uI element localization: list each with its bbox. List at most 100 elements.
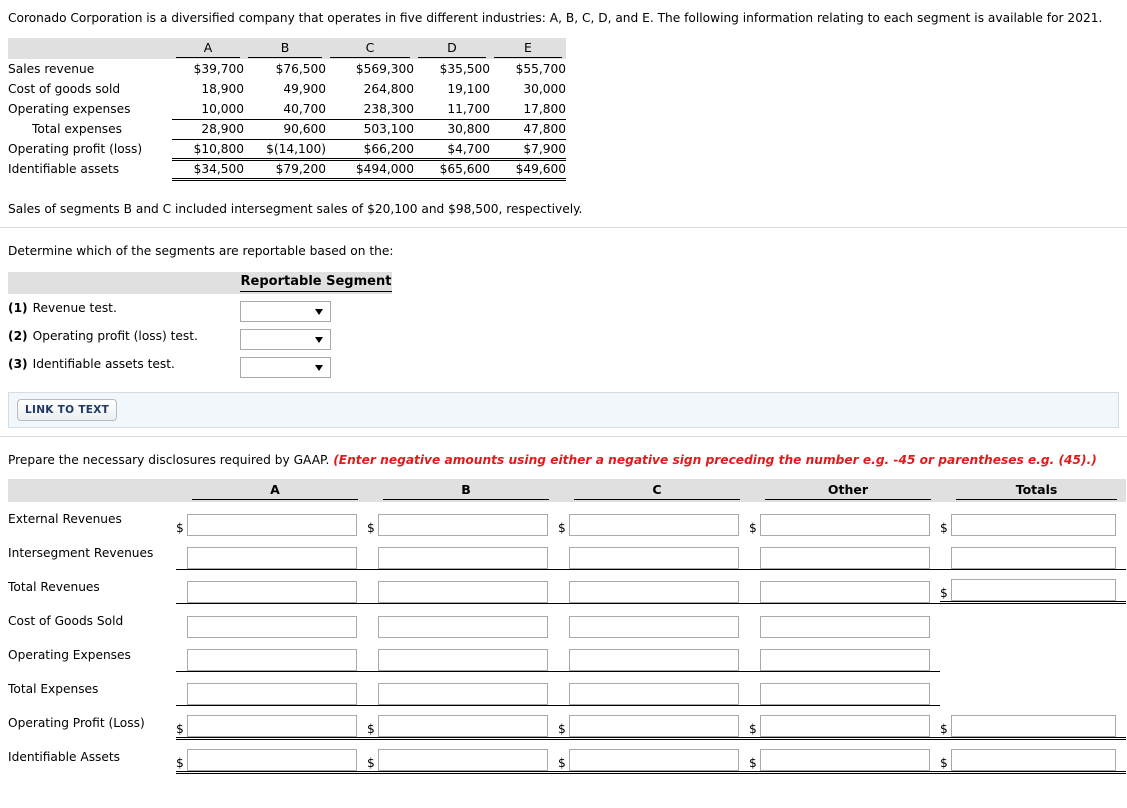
segment-cell: $494,000 [326,159,414,181]
disclosure-cell: $ [749,740,940,775]
currency-symbol: $ [749,722,757,737]
amount-input[interactable] [187,581,357,604]
dropdown-selected-value [241,358,330,361]
amount-input[interactable] [760,715,930,738]
disclosure-cell-wrap [176,604,367,639]
question-number: (3) [8,357,28,372]
disclosures-prompt-plain: Prepare the necessary disclosures requir… [8,453,334,468]
amount-input[interactable] [569,715,739,738]
amount-input[interactable] [378,749,548,772]
reportable-segment-dropdown[interactable] [240,301,331,323]
currency-symbol [176,624,187,638]
segment-header-a: A [172,38,244,60]
amount-input[interactable] [187,514,357,537]
segment-cell: $4,700 [414,139,490,161]
disclosure-cell-wrap: $ [940,570,1126,605]
disclosure-cell-wrap: $ [940,502,1126,537]
disclosure-cell-wrap: $ [367,706,558,741]
reportable-segment-dropdown[interactable] [240,357,331,379]
disclosure-cell-wrap [367,536,558,571]
amount-input[interactable] [378,616,548,639]
question-number: (2) [8,329,28,344]
amount-input[interactable] [569,581,739,604]
segment-header-c: C [326,38,414,60]
disclosures-table: A B C Other Totals External Revenues $ $ $ $… [8,479,1126,775]
amount-input[interactable] [187,616,357,639]
table-row: Intersegment Revenues [8,536,1126,571]
disclosure-cell [749,672,940,707]
disclosure-cell: $ [749,706,940,741]
disclosure-cell [940,536,1126,571]
amount-input[interactable] [378,649,548,672]
disclosure-cell-wrap [940,638,1126,672]
disclosures-table-head: A B C Other Totals [8,479,1126,503]
segment-cell: 238,300 [326,99,414,120]
exercise-page: Coronado Corporation is a diversified co… [0,0,1127,808]
amount-input[interactable] [187,683,357,706]
segment-cell: $65,600 [414,159,490,181]
amount-input[interactable] [760,616,930,639]
amount-input[interactable] [378,547,548,570]
reportable-select-cell [240,322,392,351]
segment-cell: $79,200 [244,159,326,181]
currency-symbol: $ [940,521,948,536]
reportable-segment-dropdown[interactable] [240,329,331,351]
table-row: Operating Expenses [8,638,1126,673]
amount-input[interactable] [378,581,548,604]
amount-input[interactable] [569,616,739,639]
amount-input[interactable] [760,683,930,706]
amount-input[interactable] [378,715,548,738]
amount-input[interactable] [569,514,739,537]
disclosures-header-totals: Totals [940,479,1126,503]
disclosure-cell: $ [176,706,367,741]
segment-header-b: B [244,38,326,60]
amount-input[interactable] [187,547,357,570]
amount-input[interactable] [760,749,930,772]
amount-input[interactable] [378,683,548,706]
disclosure-cell [558,570,749,605]
disclosure-cell: $ [558,706,749,741]
segment-table-body: Sales revenue $39,700 $76,500 $569,300 $35,5… [8,59,566,181]
amount-input[interactable] [760,547,930,570]
amount-input[interactable] [760,649,930,672]
amount-input[interactable] [760,514,930,537]
disclosure-cell: $ [367,706,558,741]
amount-input[interactable] [187,715,357,738]
link-to-text-button[interactable]: LINK TO TEXT [17,399,118,422]
amount-input[interactable] [569,683,739,706]
segment-cell: 40,700 [244,99,326,120]
disclosure-cell [940,638,1126,672]
amount-input[interactable] [378,514,548,537]
dropdown-selected-value [241,330,330,333]
segment-cell: $(14,100) [244,139,326,161]
currency-symbol [176,589,187,603]
segment-cell: $49,600 [490,159,566,181]
disclosure-row-label: Total Revenues [8,580,100,595]
amount-input[interactable] [760,581,930,604]
disclosure-cell [367,672,558,707]
currency-symbol [558,624,569,638]
amount-input[interactable] [187,749,357,772]
segment-cell: 19,100 [447,82,490,97]
currency-symbol: $ [749,756,757,771]
amount-input[interactable] [951,579,1116,602]
disclosure-cell-wrap: $ [176,740,367,775]
currency-symbol [176,657,187,671]
disclosure-cell-wrap [367,570,558,605]
table-row: Identifiable Assets $ $ $ $ $ [8,740,1126,775]
amount-input[interactable] [569,547,739,570]
segment-cell: $39,700 [193,62,244,77]
disclosure-cell-wrap [367,672,558,707]
amount-input[interactable] [569,649,739,672]
currency-symbol: $ [558,756,566,771]
amount-input[interactable] [951,749,1116,772]
disclosure-cell [558,536,749,571]
amount-input[interactable] [569,749,739,772]
currency-symbol: $ [940,756,948,771]
amount-input[interactable] [187,649,357,672]
disclosure-row-label: Identifiable Assets [8,750,121,765]
amount-input[interactable] [951,547,1116,570]
amount-input[interactable] [951,514,1116,537]
dropdown-selected-value [241,302,330,305]
amount-input[interactable] [951,715,1116,738]
